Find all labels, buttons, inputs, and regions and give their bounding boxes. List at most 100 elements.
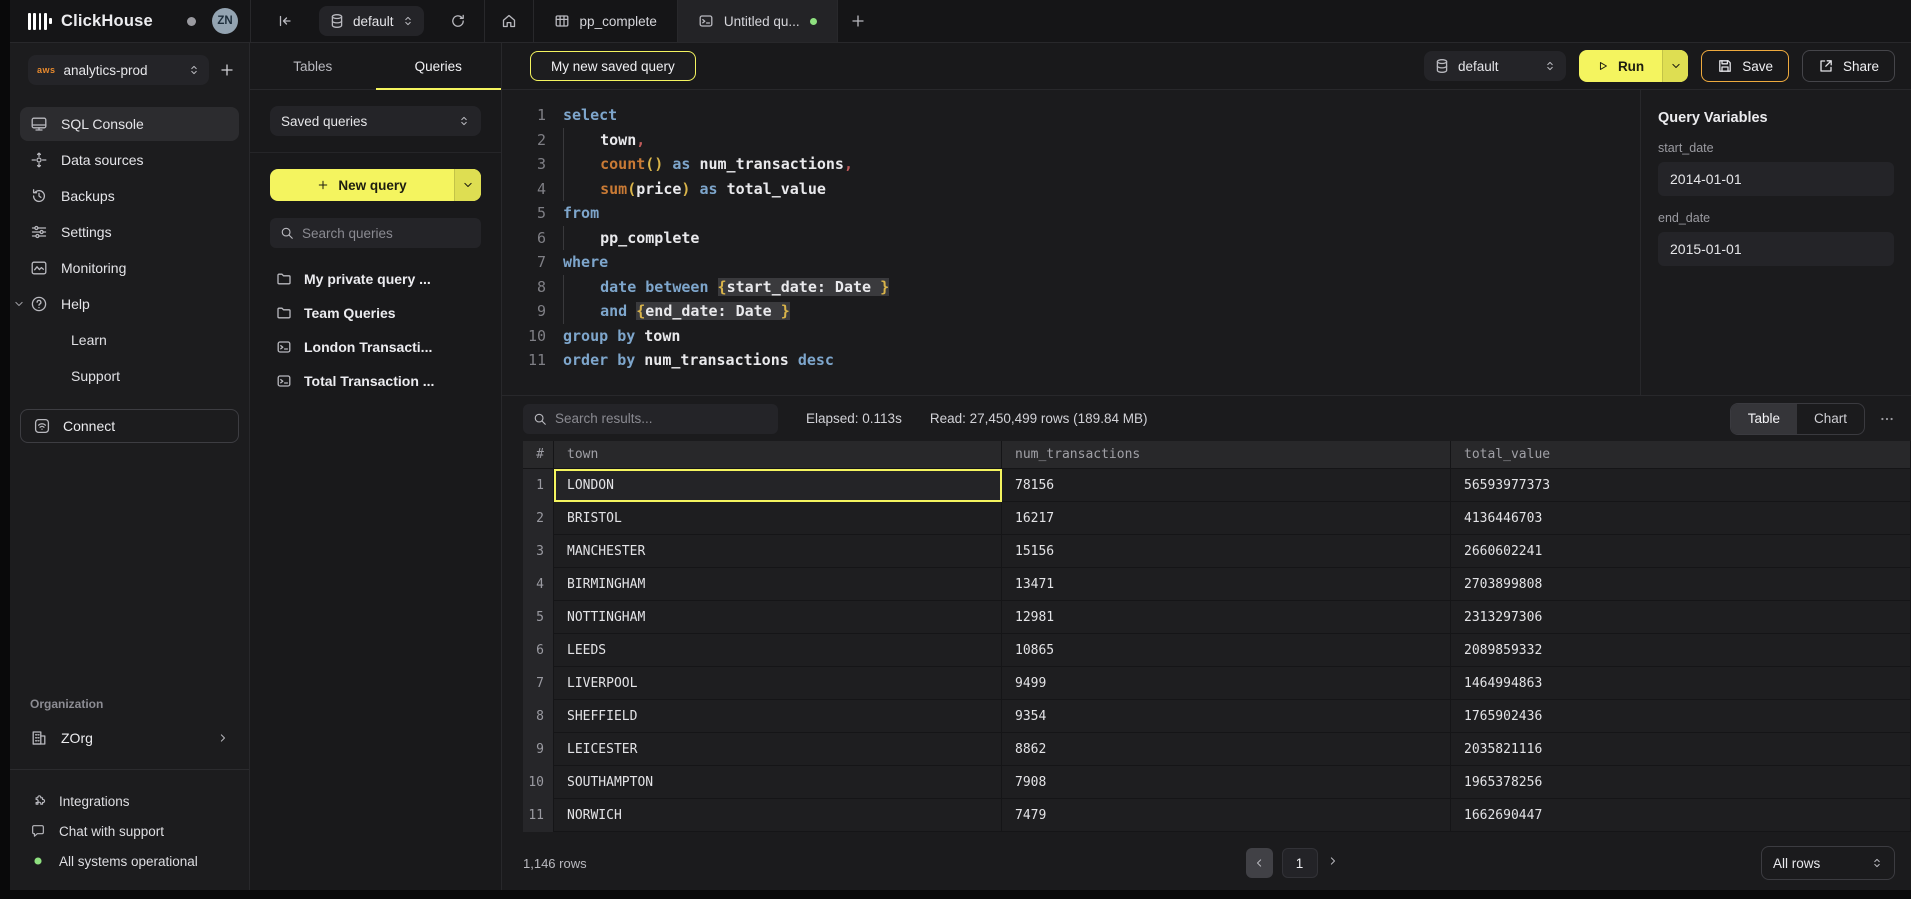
current-page[interactable]: 1	[1282, 848, 1318, 878]
table-cell[interactable]: 56593977373	[1451, 469, 1911, 502]
query-list-item[interactable]: Total Transaction ...	[270, 364, 481, 398]
run-database-selector[interactable]: default	[1424, 51, 1566, 81]
column-header[interactable]: town	[554, 441, 1002, 469]
table-cell[interactable]: MANCHESTER	[554, 535, 1002, 568]
saved-queries-select[interactable]: Saved queries	[270, 106, 481, 136]
column-header[interactable]: total_value	[1451, 441, 1911, 469]
sidebar-item-chat-support[interactable]: Chat with support	[10, 816, 249, 846]
code-text: select	[563, 103, 617, 128]
organization-selector[interactable]: ZOrg	[10, 721, 249, 755]
sidebar-item-backups[interactable]: Backups	[20, 179, 239, 213]
run-button[interactable]: Run	[1579, 50, 1688, 82]
sidebar-item-settings[interactable]: Settings	[20, 215, 239, 249]
code-line[interactable]: 3 count() as num_transactions,	[518, 152, 1640, 177]
sidebar-item-learn[interactable]: Learn	[20, 323, 239, 357]
column-header[interactable]: num_transactions	[1002, 441, 1451, 469]
sidebar-item-monitoring[interactable]: Monitoring	[20, 251, 239, 285]
home-button[interactable]	[485, 0, 533, 42]
sidebar-item-support[interactable]: Support	[20, 359, 239, 393]
sidebar-item-sql-console[interactable]: SQL Console	[20, 107, 239, 141]
code-line[interactable]: 4 sum(price) as total_value	[518, 177, 1640, 202]
code-line[interactable]: 9 and {end_date: Date }	[518, 299, 1640, 324]
code-line[interactable]: 1select	[518, 103, 1640, 128]
code-line[interactable]: 2 town,	[518, 128, 1640, 153]
system-status-indicator[interactable]: All systems operational	[10, 846, 249, 876]
view-table-button[interactable]: Table	[1731, 404, 1797, 434]
saved-query-tab[interactable]: My new saved query	[530, 51, 696, 81]
table-cell[interactable]: LONDON	[554, 469, 1002, 502]
results-search-input[interactable]	[555, 411, 768, 426]
table-cell[interactable]: 2035821116	[1451, 733, 1911, 766]
save-button[interactable]: Save	[1701, 50, 1789, 82]
workspace-selector[interactable]: aws analytics-prod	[28, 55, 209, 85]
new-tab-button[interactable]	[838, 5, 878, 37]
page-size-select[interactable]: All rows	[1761, 846, 1895, 880]
sidebar-item-integrations[interactable]: Integrations	[10, 786, 249, 816]
code-text: from	[563, 201, 599, 226]
tab-pp-complete[interactable]: pp_complete	[534, 0, 677, 42]
table-cell[interactable]: 7479	[1002, 799, 1451, 832]
start-date-input[interactable]	[1658, 162, 1894, 196]
table-cell[interactable]: 2703899808	[1451, 568, 1911, 601]
code-line[interactable]: 5from	[518, 201, 1640, 226]
table-cell[interactable]: 2089859332	[1451, 634, 1911, 667]
sidebar-item-data-sources[interactable]: Data sources	[20, 143, 239, 177]
table-cell[interactable]: BIRMINGHAM	[554, 568, 1002, 601]
code-line[interactable]: 8 date between {start_date: Date }	[518, 275, 1640, 300]
table-cell[interactable]: 1765902436	[1451, 700, 1911, 733]
view-chart-button[interactable]: Chart	[1797, 404, 1864, 434]
end-date-input[interactable]	[1658, 232, 1894, 266]
code-line[interactable]: 10group by town	[518, 324, 1640, 349]
sql-editor[interactable]: 1select2 town,3 count() as num_transacti…	[502, 90, 1640, 395]
code-line[interactable]: 11order by num_transactions desc	[518, 348, 1640, 373]
query-search-input[interactable]	[302, 226, 471, 241]
table-cell[interactable]: LEICESTER	[554, 733, 1002, 766]
table-cell[interactable]: NORWICH	[554, 799, 1002, 832]
query-list-item[interactable]: My private query ...	[270, 262, 481, 296]
tab-tables[interactable]: Tables	[250, 43, 376, 89]
table-cell[interactable]: 4136446703	[1451, 502, 1911, 535]
table-cell[interactable]: 1662690447	[1451, 799, 1911, 832]
share-button[interactable]: Share	[1802, 50, 1895, 82]
collapse-sidebar-button[interactable]	[269, 5, 301, 37]
chevron-down-icon[interactable]	[13, 298, 25, 310]
tab-untitled-query[interactable]: Untitled qu...	[678, 0, 837, 42]
table-cell[interactable]: 13471	[1002, 568, 1451, 601]
table-cell[interactable]: 16217	[1002, 502, 1451, 535]
code-line[interactable]: 7where	[518, 250, 1640, 275]
tab-queries[interactable]: Queries	[376, 43, 502, 89]
table-cell[interactable]: 78156	[1002, 469, 1451, 502]
connect-button[interactable]: Connect	[20, 409, 239, 443]
avatar[interactable]: ZN	[212, 8, 238, 34]
table-cell[interactable]: SHEFFIELD	[554, 700, 1002, 733]
table-cell[interactable]: SOUTHAMPTON	[554, 766, 1002, 799]
sidebar-item-help[interactable]: Help	[20, 287, 239, 321]
query-list-item[interactable]: Team Queries	[270, 296, 481, 330]
new-query-button[interactable]: New query	[270, 169, 481, 201]
table-cell[interactable]: 1464994863	[1451, 667, 1911, 700]
next-page-button[interactable]	[1327, 854, 1339, 872]
new-query-menu-button[interactable]	[454, 169, 481, 201]
database-selector[interactable]: default	[319, 6, 424, 36]
table-cell[interactable]: 9499	[1002, 667, 1451, 700]
table-cell[interactable]: NOTTINGHAM	[554, 601, 1002, 634]
table-cell[interactable]: 2313297306	[1451, 601, 1911, 634]
code-line[interactable]: 6 pp_complete	[518, 226, 1640, 251]
table-cell[interactable]: 7908	[1002, 766, 1451, 799]
table-cell[interactable]: 10865	[1002, 634, 1451, 667]
table-cell[interactable]: 2660602241	[1451, 535, 1911, 568]
table-cell[interactable]: 9354	[1002, 700, 1451, 733]
more-options-button[interactable]	[1879, 411, 1895, 427]
table-cell[interactable]: LEEDS	[554, 634, 1002, 667]
add-service-button[interactable]	[219, 62, 235, 78]
prev-page-button[interactable]	[1246, 848, 1273, 878]
refresh-button[interactable]	[442, 5, 474, 37]
table-cell[interactable]: 12981	[1002, 601, 1451, 634]
table-cell[interactable]: LIVERPOOL	[554, 667, 1002, 700]
table-cell[interactable]: 1965378256	[1451, 766, 1911, 799]
table-cell[interactable]: 8862	[1002, 733, 1451, 766]
table-cell[interactable]: 15156	[1002, 535, 1451, 568]
run-options-button[interactable]	[1662, 50, 1688, 82]
table-cell[interactable]: BRISTOL	[554, 502, 1002, 535]
query-list-item[interactable]: London Transacti...	[270, 330, 481, 364]
